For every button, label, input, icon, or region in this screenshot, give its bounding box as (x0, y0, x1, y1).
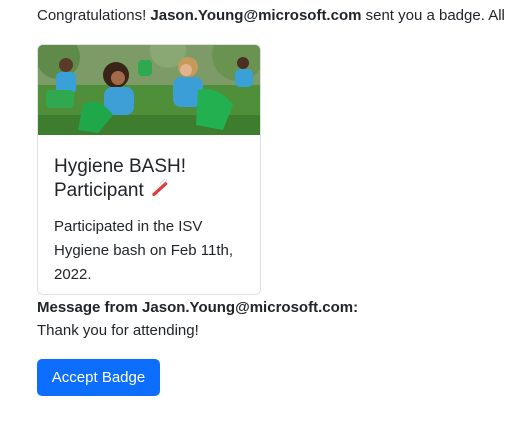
accept-badge-button[interactable]: Accept Badge (37, 359, 160, 396)
volunteers-photo-illustration (38, 45, 260, 135)
sender-email: Jason.Young@microsoft.com (150, 7, 362, 24)
toothbrush-icon (149, 178, 169, 199)
badge-image (38, 45, 260, 135)
badge-description: Participated in the ISV Hygiene bash on … (54, 218, 234, 283)
intro-prefix: Congratulations! (37, 7, 151, 24)
message-label: Message from Jason.Young@microsoft.com: (37, 299, 359, 316)
badge-card: Hygiene BASH! Participant Participated i… (37, 44, 261, 295)
intro-text: Congratulations! Jason.Young@microsoft.c… (37, 6, 505, 26)
intro-suffix: sent you a badge. All (361, 7, 505, 24)
badge-title: Hygiene BASH! Participant (54, 155, 244, 203)
message-text: Thank you for attending! (37, 322, 199, 339)
